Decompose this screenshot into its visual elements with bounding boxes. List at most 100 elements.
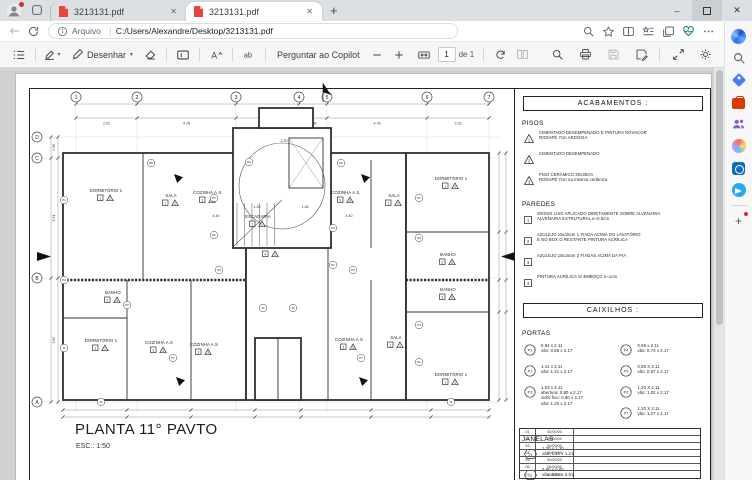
svg-text:4.40: 4.40 bbox=[346, 214, 353, 218]
sidebar-people-icon[interactable] bbox=[729, 114, 749, 134]
fit-to-width-icon[interactable] bbox=[415, 46, 433, 64]
vertical-scrollbar[interactable] bbox=[714, 68, 724, 480]
piso-item-3-icon: 3 bbox=[524, 172, 534, 190]
address-pill[interactable]: Arquivo C:/Users/Alexandre/Desktop/32131… bbox=[48, 23, 458, 39]
parede-item-1-icon: 1 bbox=[524, 211, 532, 229]
porta-item-p3-icon: P3 bbox=[524, 385, 536, 403]
caixilhos-header: CAIXILHOS : bbox=[523, 303, 703, 318]
svg-text:2.30: 2.30 bbox=[281, 139, 288, 143]
svg-text:1: 1 bbox=[454, 381, 456, 385]
porta-item-p7: P71.20 X 2.11vão: 1.27 x 2.17 bbox=[620, 406, 704, 424]
rotate-icon[interactable] bbox=[491, 46, 509, 64]
revision-row-1: 0100/00/00 bbox=[520, 429, 700, 436]
ask-copilot-button[interactable]: Perguntar ao Copilot bbox=[277, 50, 360, 60]
pdf-page: 2.024.783.701.984.782.021234567DCBA0.965… bbox=[15, 73, 712, 480]
svg-text:P4: P4 bbox=[417, 323, 421, 327]
revision-date: 00/00/00 bbox=[536, 450, 574, 456]
browser-window: 3213131.pdf✕3213131.pdf✕ + – ✕ Arquivo bbox=[0, 0, 752, 480]
fullscreen-icon[interactable] bbox=[669, 46, 687, 64]
highlighter-icon[interactable]: ▾ bbox=[43, 46, 61, 64]
tab-title: 3213131.pdf bbox=[209, 7, 303, 17]
svg-text:2: 2 bbox=[527, 239, 530, 244]
tab-2[interactable]: 3213131.pdf✕ bbox=[186, 2, 322, 21]
porta-item-p2-text: 1.14 x 2.11vão: 1.21 x 2.17 bbox=[541, 364, 572, 374]
eraser-icon[interactable] bbox=[141, 46, 159, 64]
svg-text:3: 3 bbox=[451, 296, 453, 300]
page-view-icon[interactable] bbox=[513, 46, 531, 64]
refresh-icon[interactable] bbox=[24, 23, 42, 39]
parede-item-4-icon: 4 bbox=[524, 274, 532, 292]
settings-more-icon[interactable] bbox=[698, 23, 718, 39]
page-count-label: de 1 bbox=[459, 50, 475, 59]
table-of-contents-icon[interactable] bbox=[10, 46, 28, 64]
add-text-icon[interactable] bbox=[174, 46, 192, 64]
svg-text:P7: P7 bbox=[624, 412, 629, 416]
svg-text:J2: J2 bbox=[261, 306, 265, 310]
sidebar-shopping-icon[interactable] bbox=[729, 70, 749, 90]
svg-text:1: 1 bbox=[174, 202, 176, 206]
svg-text:COZINHA A.S.: COZINHA A.S. bbox=[331, 190, 360, 195]
close-button[interactable]: ✕ bbox=[722, 0, 752, 21]
porta-item-p6: P61.20 X 2.11vão: 1.02 x 2.17 bbox=[620, 385, 704, 403]
svg-text:2.02: 2.02 bbox=[103, 122, 110, 126]
collections-icon[interactable] bbox=[658, 23, 678, 39]
porta-item-p3: P31.03 x 2.11abertura: 0.80 x 2.17vidro … bbox=[524, 385, 618, 406]
sidebar-microsoft-365-icon[interactable] bbox=[729, 92, 749, 112]
paredes-title: PAREDES bbox=[522, 201, 704, 208]
svg-text:SALA: SALA bbox=[390, 335, 401, 340]
zoom-in-icon[interactable] bbox=[390, 46, 408, 64]
page-info-icon[interactable] bbox=[57, 26, 68, 37]
svg-text:3: 3 bbox=[342, 345, 344, 349]
scrollbar-thumb[interactable] bbox=[716, 70, 723, 325]
sidebar-search-icon[interactable] bbox=[729, 48, 749, 68]
revision-date: 00/00/00 bbox=[536, 471, 574, 478]
svg-text:4.78: 4.78 bbox=[183, 122, 190, 126]
pdf-file-icon bbox=[58, 5, 69, 18]
svg-text:3: 3 bbox=[339, 198, 341, 202]
tab-close-icon[interactable]: ✕ bbox=[167, 6, 180, 17]
tab-1[interactable]: 3213131.pdf✕ bbox=[50, 2, 186, 21]
read-aloud-icon[interactable]: A bbox=[207, 46, 225, 64]
svg-text:2: 2 bbox=[106, 298, 108, 302]
minimize-button[interactable]: – bbox=[662, 0, 692, 21]
svg-text:COZINHA A.S: COZINHA A.S bbox=[335, 337, 363, 342]
parede-item-2-text: AZULEJO 15x15cm 1 FIADA ACIMA DO LAVATÓR… bbox=[537, 232, 641, 242]
svg-text:P3: P3 bbox=[528, 391, 533, 395]
favorites-bar-icon[interactable] bbox=[638, 23, 658, 39]
profile-notification-dot bbox=[19, 2, 24, 7]
svg-text:0.96: 0.96 bbox=[52, 144, 56, 151]
revision-desc bbox=[574, 450, 700, 456]
draw-button[interactable]: Desenhar ▾ bbox=[71, 46, 133, 64]
draw-label: Desenhar bbox=[87, 50, 126, 60]
svg-text:P5: P5 bbox=[149, 161, 153, 165]
sidebar-customize-icon[interactable]: + bbox=[729, 211, 749, 231]
browser-essentials-icon[interactable] bbox=[678, 23, 698, 39]
sidebar-drop-icon[interactable] bbox=[729, 180, 749, 200]
porta-item-p7-icon: P7 bbox=[620, 406, 632, 424]
save-as-icon[interactable] bbox=[632, 46, 650, 64]
pdf-settings-gear-icon[interactable] bbox=[696, 46, 714, 64]
new-tab-button[interactable]: + bbox=[322, 3, 346, 18]
search-document-icon[interactable] bbox=[548, 46, 566, 64]
sidebar-copilot-icon[interactable] bbox=[729, 26, 749, 46]
tab-close-icon[interactable]: ✕ bbox=[303, 6, 316, 17]
pisos-title: PISOS bbox=[522, 120, 704, 127]
porta-item-p1-text: 0.84 x 2.11vão: 0.88 x 2.17 bbox=[541, 343, 572, 353]
maximize-button[interactable] bbox=[692, 0, 722, 21]
svg-text:J2: J2 bbox=[291, 306, 295, 310]
split-screen-icon[interactable] bbox=[618, 23, 638, 39]
favorites-star-icon[interactable] bbox=[598, 23, 618, 39]
find-search-icon[interactable] bbox=[578, 23, 598, 39]
translate-icon[interactable]: ab bbox=[240, 46, 258, 64]
porta-item-p5: P50.95 X 2.11vão: 0.97 x 2.17 bbox=[620, 364, 704, 382]
profile-avatar[interactable] bbox=[6, 3, 22, 19]
back-icon[interactable] bbox=[6, 23, 24, 39]
print-icon[interactable] bbox=[576, 46, 594, 64]
sidebar-designer-icon[interactable] bbox=[729, 136, 749, 156]
save-icon[interactable] bbox=[604, 46, 622, 64]
tab-search-icon[interactable] bbox=[30, 3, 46, 19]
zoom-out-icon[interactable] bbox=[368, 46, 386, 64]
sidebar-outlook-icon[interactable] bbox=[729, 158, 749, 178]
svg-text:P6: P6 bbox=[624, 391, 629, 395]
page-number-input[interactable] bbox=[438, 47, 456, 62]
